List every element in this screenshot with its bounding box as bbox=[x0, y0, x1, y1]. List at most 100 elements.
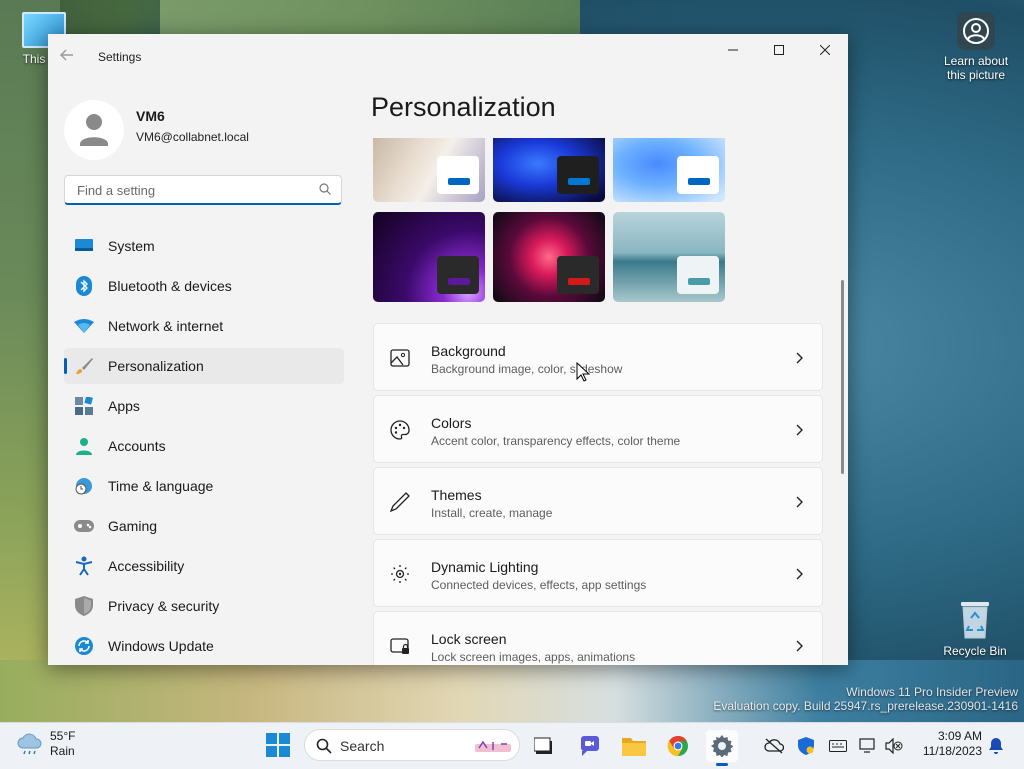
sidebar-item-label: System bbox=[108, 238, 155, 254]
task-view-icon bbox=[534, 737, 552, 754]
card-dynamic-lighting[interactable]: Dynamic Lighting Connected devices, effe… bbox=[373, 539, 823, 607]
card-lock-screen[interactable]: Lock screen Lock screen images, apps, an… bbox=[373, 611, 823, 665]
card-title: Themes bbox=[431, 487, 482, 503]
system-clock[interactable]: 3:09 AM 11/18/2023 bbox=[912, 729, 982, 759]
clock-date: 11/18/2023 bbox=[922, 744, 982, 758]
task-view-button[interactable] bbox=[528, 730, 560, 762]
sidebar-item-network[interactable]: Network & internet bbox=[64, 308, 344, 344]
sidebar-item-label: Apps bbox=[108, 398, 140, 414]
desktop-icon-learn-about-picture[interactable]: Learn about this picture bbox=[938, 12, 1014, 82]
apps-icon bbox=[74, 396, 94, 416]
sidebar-item-label: Gaming bbox=[108, 518, 158, 534]
card-themes[interactable]: Themes Install, create, manage bbox=[373, 467, 823, 535]
sidebar-item-label: Personalization bbox=[108, 358, 204, 374]
account-icon bbox=[74, 436, 94, 456]
wifi-icon bbox=[74, 316, 94, 336]
theme-thumbnail[interactable] bbox=[613, 212, 725, 302]
settings-search-box[interactable] bbox=[64, 175, 342, 205]
sidebar-item-privacy-security[interactable]: Privacy & security bbox=[64, 588, 344, 624]
sidebar-item-time-language[interactable]: Time & language bbox=[64, 468, 344, 504]
taskbar-search[interactable]: Search bbox=[304, 729, 520, 761]
teams-chat-button[interactable] bbox=[574, 730, 606, 762]
settings-app-button[interactable] bbox=[706, 730, 738, 766]
watermark-line-1: Windows 11 Pro Insider Preview bbox=[846, 685, 1018, 699]
sidebar-item-gaming[interactable]: Gaming bbox=[64, 508, 344, 544]
sidebar-item-apps[interactable]: Apps bbox=[64, 388, 344, 424]
card-colors[interactable]: Colors Accent color, transparency effect… bbox=[373, 395, 823, 463]
back-button[interactable] bbox=[60, 48, 82, 66]
user-email: VM6@collabnet.local bbox=[136, 130, 249, 144]
card-subtitle: Accent color, transparency effects, colo… bbox=[431, 434, 681, 448]
sidebar-item-label: Accessibility bbox=[108, 558, 185, 574]
start-button[interactable] bbox=[266, 733, 290, 762]
card-title: Lock screen bbox=[431, 631, 507, 647]
close-button[interactable] bbox=[802, 34, 848, 66]
theme-accent-bar bbox=[568, 278, 590, 285]
theme-thumbnail[interactable] bbox=[493, 212, 605, 302]
notification-bell-icon[interactable] bbox=[986, 736, 1006, 756]
taskbar-search-label: Search bbox=[340, 738, 385, 754]
theme-accent-bar bbox=[568, 178, 590, 185]
file-explorer-button[interactable] bbox=[618, 730, 650, 762]
sidebar-item-label: Accounts bbox=[108, 438, 166, 454]
card-subtitle: Background image, color, slideshow bbox=[431, 362, 623, 376]
windows-logo-icon bbox=[266, 733, 290, 757]
sidebar-nav: System Bluetooth & devices Network & int… bbox=[64, 228, 344, 665]
gear-icon bbox=[711, 735, 733, 757]
theme-thumbnail[interactable] bbox=[373, 212, 485, 302]
volume-muted-icon[interactable] bbox=[884, 736, 904, 756]
card-subtitle: Lock screen images, apps, animations bbox=[431, 650, 636, 664]
shield-icon bbox=[74, 596, 94, 616]
sidebar-item-label: Bluetooth & devices bbox=[108, 278, 232, 294]
theme-thumbnail[interactable] bbox=[373, 138, 485, 202]
theme-preview-chip bbox=[677, 256, 719, 294]
system-icon bbox=[74, 236, 94, 256]
sidebar-item-windows-update[interactable]: Windows Update bbox=[64, 628, 344, 664]
title-bar[interactable]: Settings bbox=[48, 34, 848, 80]
sidebar-item-label: Time & language bbox=[108, 478, 214, 494]
pen-icon bbox=[390, 492, 410, 512]
maximize-button[interactable] bbox=[756, 34, 802, 66]
theme-accent-bar bbox=[448, 278, 470, 285]
globe-clock-icon bbox=[74, 476, 94, 496]
page-title: Personalization bbox=[371, 92, 556, 122]
search-icon bbox=[316, 738, 332, 754]
keyboard-icon[interactable] bbox=[828, 736, 848, 756]
chevron-right-icon bbox=[796, 424, 803, 436]
recycle-bin-icon bbox=[957, 598, 993, 640]
sidebar-item-personalization[interactable]: Personalization bbox=[64, 348, 344, 384]
card-title: Colors bbox=[431, 415, 472, 431]
sidebar-item-bluetooth-devices[interactable]: Bluetooth & devices bbox=[64, 268, 344, 304]
sidebar-item-accounts[interactable]: Accounts bbox=[64, 428, 344, 464]
network-ethernet-icon[interactable] bbox=[858, 736, 878, 756]
weather-widget[interactable]: 55°F Rain bbox=[16, 729, 75, 759]
theme-accent-bar bbox=[448, 178, 470, 185]
accessibility-icon bbox=[74, 556, 94, 576]
chrome-icon bbox=[667, 736, 688, 757]
search-input[interactable] bbox=[75, 182, 309, 199]
sidebar-item-system[interactable]: System bbox=[64, 228, 344, 264]
content-scrollbar[interactable] bbox=[841, 280, 844, 474]
theme-thumbnail[interactable] bbox=[493, 138, 605, 202]
user-silhouette-icon bbox=[80, 114, 108, 146]
defender-shield-icon[interactable] bbox=[796, 736, 816, 756]
onedrive-offline-icon[interactable] bbox=[764, 736, 784, 756]
settings-cards: Background Background image, color, slid… bbox=[373, 323, 823, 665]
card-background[interactable]: Background Background image, color, slid… bbox=[373, 323, 823, 391]
palette-icon bbox=[390, 420, 410, 440]
minimize-button[interactable] bbox=[710, 34, 756, 66]
search-icon bbox=[319, 183, 331, 195]
card-subtitle: Install, create, manage bbox=[431, 506, 553, 520]
watermark-line-2: Evaluation copy. Build 25947.rs_prerelea… bbox=[713, 699, 1018, 713]
window-title: Settings bbox=[98, 50, 142, 64]
avatar bbox=[64, 100, 124, 160]
chevron-right-icon bbox=[796, 568, 803, 580]
desktop-icon-recycle-bin[interactable]: Recycle Bin bbox=[940, 598, 1010, 658]
chrome-button[interactable] bbox=[662, 730, 694, 762]
sidebar-item-accessibility[interactable]: Accessibility bbox=[64, 548, 344, 584]
taskbar: 55°F Rain Search 3:09 AM 11/18/2023 bbox=[0, 722, 1024, 769]
theme-thumbnail[interactable] bbox=[613, 138, 725, 202]
close-icon bbox=[820, 45, 830, 55]
folder-icon bbox=[622, 738, 646, 756]
theme-accent-bar bbox=[688, 278, 710, 285]
